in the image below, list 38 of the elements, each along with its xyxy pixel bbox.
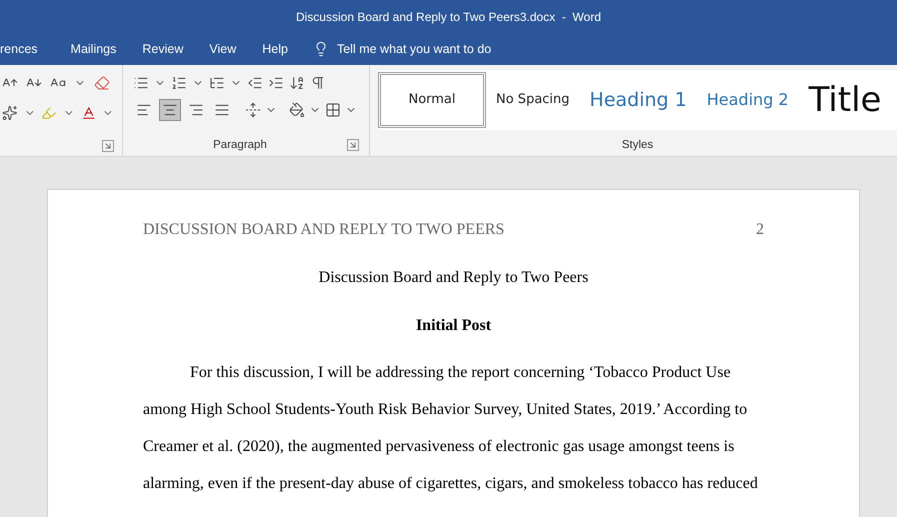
numbered-list-icon[interactable] (171, 75, 187, 91)
align-icon (162, 102, 178, 118)
ribbon-tab[interactable]: rences (0, 33, 58, 65)
text-effects-icon[interactable] (2, 105, 18, 121)
style-item[interactable]: Heading 2 (696, 72, 799, 128)
eraser-icon[interactable] (94, 75, 110, 91)
running-head: DISCUSSION BOARD AND REPLY TO TWO PEERS (143, 220, 504, 240)
style-item[interactable]: Normal (378, 72, 486, 128)
font-color-icon[interactable] (80, 105, 96, 121)
decrease-indent-icon[interactable] (247, 75, 263, 91)
group-label: Paragraph (212, 138, 268, 153)
style-item[interactable]: No Spacing (486, 72, 580, 128)
sort-icon[interactable] (289, 75, 305, 91)
page-number: 2 (756, 220, 764, 240)
ribbon-tab[interactable]: Review (129, 33, 196, 65)
group-label: Styles (620, 138, 654, 153)
paint-bucket-icon[interactable] (289, 102, 305, 118)
align-icon (214, 102, 230, 118)
align-button[interactable] (159, 99, 181, 121)
dialog-launcher-icon[interactable] (347, 139, 359, 152)
tell-me-field[interactable]: Tell me what you want to do (336, 40, 492, 58)
dialog-launcher-icon[interactable] (102, 140, 114, 152)
section-heading: Initial Post (414, 316, 492, 336)
style-item[interactable]: Title (798, 72, 892, 128)
pilcrow-icon[interactable] (310, 75, 326, 91)
ribbon-tab[interactable]: Help (249, 33, 301, 65)
document-title: Discussion Board and Reply to Two Peers (318, 268, 590, 288)
multilevel-list-icon[interactable] (209, 75, 225, 91)
borders-icon[interactable] (325, 102, 341, 118)
align-icon (188, 102, 204, 118)
body-paragraph: For this discussion, I will be addressing the report concerning ‘Tobacco Product Use among High School Students-Youth Risk Behavior Survey, United States, 2019.’ According to Creamer et al. (2020), the augmented pervasiveness of electronic gas usage amongst teens is alarming, even if the present-day abuse of cigarettes, cigars, and smokeless tobacco has reduced (143, 363, 759, 494)
align-icon (136, 102, 152, 118)
ribbon-tab[interactable]: View (196, 33, 250, 65)
increase-indent-icon[interactable] (268, 75, 284, 91)
line-spacing-icon[interactable] (245, 102, 261, 118)
ribbon-tab[interactable]: Mailings (58, 33, 130, 65)
window-title: Discussion Board and Reply to Two Peers3.docx - Word (296, 8, 602, 26)
style-item[interactable]: Heading 1 (580, 72, 697, 128)
